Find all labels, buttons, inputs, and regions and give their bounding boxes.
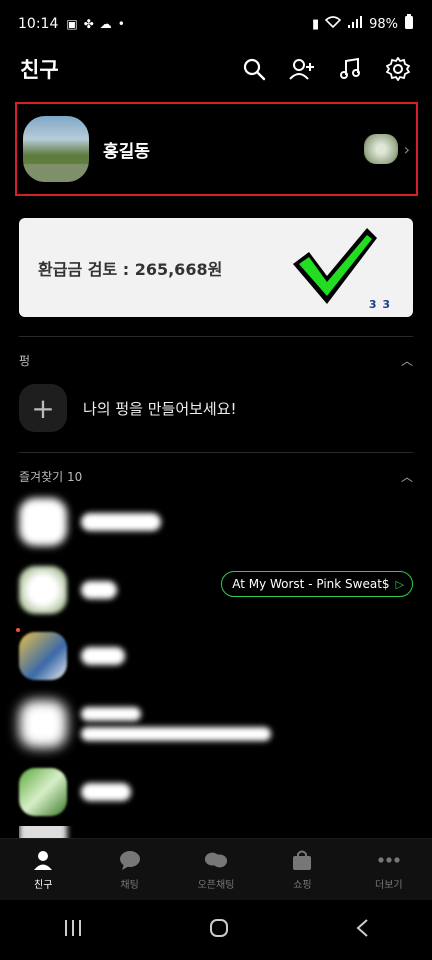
- nav-label: 더보기: [375, 880, 403, 891]
- music-icon[interactable]: [336, 55, 364, 83]
- avatar: [19, 700, 67, 748]
- chevron-up-icon[interactable]: ︿: [401, 352, 413, 369]
- recent-apps-icon[interactable]: [63, 918, 83, 942]
- nav-friends[interactable]: 친구: [0, 839, 86, 900]
- nav-shopping[interactable]: 쇼핑: [259, 839, 345, 900]
- nav-open-chat[interactable]: 오픈채팅: [173, 839, 259, 900]
- avatar: [19, 768, 67, 816]
- list-item[interactable]: At My Worst - Pink Sweat$ ▷: [19, 560, 413, 620]
- divider: [19, 452, 413, 453]
- avatar: [19, 566, 67, 614]
- friend-name: [81, 513, 161, 531]
- my-profile[interactable]: 홍길동 ›: [15, 102, 418, 196]
- add-pung-text: 나의 펑을 만들어보세요!: [83, 399, 237, 418]
- nav-label: 쇼핑: [293, 880, 312, 891]
- wifi-icon: [324, 15, 342, 33]
- status-time: 10:14: [18, 16, 59, 32]
- checkmark-icon: [293, 228, 377, 304]
- search-icon[interactable]: [240, 55, 268, 83]
- banner-text: 환급금 검토 : 265,668원: [38, 260, 223, 279]
- avatar: [19, 632, 67, 680]
- divider: [19, 336, 413, 337]
- nav-label: 채팅: [120, 880, 139, 891]
- section-title: 즐겨찾기 10: [19, 470, 83, 484]
- chevron-right-icon: ›: [403, 139, 410, 159]
- back-icon[interactable]: [355, 918, 369, 943]
- dot-icon: •: [117, 17, 125, 31]
- shopping-bag-icon: [290, 848, 314, 872]
- music-pill[interactable]: At My Worst - Pink Sweat$ ▷: [221, 571, 413, 597]
- more-dots-icon: [377, 848, 401, 872]
- nav-label: 친구: [34, 880, 53, 891]
- friend-status: [81, 727, 271, 741]
- cloud-icon: ☁: [99, 17, 112, 31]
- add-pung-row[interactable]: + 나의 펑을 만들어보세요!: [19, 384, 237, 432]
- section-pung[interactable]: 펑 ︿: [19, 352, 413, 369]
- refund-banner[interactable]: 환급금 검토 : 265,668원 3 3: [19, 218, 413, 317]
- bottom-nav: 친구 채팅 오픈채팅 쇼핑 더보기: [0, 838, 432, 900]
- chat-bubble-icon: [118, 848, 142, 872]
- chevron-up-icon[interactable]: ︿: [401, 468, 413, 485]
- settings-icon[interactable]: [384, 55, 412, 83]
- person-icon: [31, 848, 55, 872]
- nav-more[interactable]: 더보기: [346, 839, 432, 900]
- signal-icon: [347, 15, 363, 33]
- plus-icon[interactable]: +: [19, 384, 67, 432]
- section-title: 펑: [19, 354, 31, 368]
- status-bar: 10:14 ▣ ✤ ☁ • ▮ 98%: [0, 0, 432, 48]
- music-label: At My Worst - Pink Sweat$: [232, 577, 390, 591]
- list-item[interactable]: [19, 694, 413, 754]
- battery-level: 98%: [369, 16, 398, 32]
- fan-icon: ✤: [83, 17, 94, 31]
- nav-label: 오픈채팅: [197, 880, 235, 891]
- list-item[interactable]: [19, 762, 413, 822]
- play-icon: ▷: [395, 577, 404, 591]
- battery-icon: [404, 14, 414, 34]
- list-item[interactable]: [16, 626, 413, 686]
- section-favorites[interactable]: 즐겨찾기 10 ︿: [19, 468, 413, 485]
- page-title: 친구: [20, 58, 59, 82]
- friend-name: [81, 707, 141, 721]
- banner-badge: 3 3: [368, 298, 391, 311]
- friend-name: [81, 581, 117, 599]
- profile-name: 홍길동: [103, 141, 150, 162]
- system-nav-bar: [0, 900, 432, 960]
- add-friend-icon[interactable]: [288, 55, 316, 83]
- home-icon[interactable]: [209, 918, 229, 943]
- list-item[interactable]: [19, 492, 413, 552]
- header: 친구: [0, 48, 432, 90]
- battery-saver-icon: ▮: [311, 16, 320, 32]
- profile-avatar: [23, 116, 89, 182]
- friend-name: [81, 783, 131, 801]
- new-indicator: [16, 628, 20, 632]
- friend-name: [81, 647, 125, 665]
- nav-chat[interactable]: 채팅: [86, 839, 172, 900]
- image-icon: ▣: [66, 17, 78, 31]
- profile-music-thumbnail: [363, 134, 398, 164]
- open-chat-icon: [204, 848, 228, 872]
- avatar: [19, 498, 67, 546]
